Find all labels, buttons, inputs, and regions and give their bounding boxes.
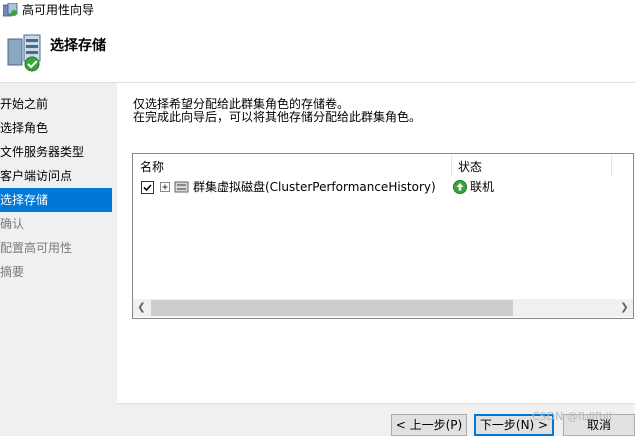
back-button[interactable]: < 上一步(P) (391, 414, 467, 436)
online-status-icon (453, 180, 467, 194)
step-before-you-begin[interactable]: 开始之前 (0, 92, 112, 116)
storage-list[interactable]: 名称 状态 群集虚拟磁盘(ClusterPerformanceHistory) … (132, 153, 634, 319)
wizard-header: 选择存储 (0, 22, 635, 83)
expand-icon[interactable] (160, 182, 170, 192)
cluster-disk-icon (174, 181, 189, 193)
wizard-app-icon (3, 3, 18, 17)
disk-name: 群集虚拟磁盘(ClusterPerformanceHistory) (193, 180, 436, 194)
step-configure-high-availability: 配置高可用性 (0, 241, 73, 255)
window-title: 高可用性向导 (22, 3, 95, 17)
storage-wizard-icon (7, 34, 41, 72)
column-divider[interactable] (451, 156, 452, 176)
storage-checkbox[interactable] (141, 181, 154, 194)
scroll-thumb[interactable] (151, 300, 513, 316)
step-confirmation: 确认 (0, 217, 25, 231)
step-summary: 摘要 (0, 265, 25, 279)
step-file-server-type[interactable]: 文件服务器类型 (0, 140, 112, 164)
watermark: CSDN @fbllfbll (532, 410, 612, 423)
instruction-line-2: 在完成此向导后，可以将其他存储分配给此群集角色。 (133, 110, 422, 124)
scroll-right-icon[interactable]: ❯ (616, 299, 633, 317)
horizontal-scrollbar[interactable]: ❮ ❯ (133, 299, 633, 317)
title-bar: 高可用性向导 (0, 0, 635, 22)
page-title: 选择存储 (50, 38, 106, 54)
scroll-left-icon[interactable]: ❮ (133, 299, 150, 317)
table-row[interactable]: 群集虚拟磁盘(ClusterPerformanceHistory) 联机 (133, 178, 633, 196)
instructions: 仅选择希望分配给此群集角色的存储卷。 在完成此向导后，可以将其他存储分配给此群集… (133, 98, 421, 124)
disk-status: 联机 (470, 180, 495, 194)
column-header-status[interactable]: 状态 (458, 158, 482, 176)
column-divider[interactable] (611, 156, 612, 176)
step-client-access-point[interactable]: 客户端访问点 (0, 164, 112, 188)
step-select-role[interactable]: 选择角色 (0, 116, 112, 140)
step-select-storage[interactable]: 选择存储 (0, 188, 112, 212)
checkmark-icon (143, 184, 152, 192)
wizard-steps: 开始之前 选择角色 文件服务器类型 客户端访问点 选择存储 确认 配置高可用性 … (0, 92, 112, 284)
column-header-name[interactable]: 名称 (140, 158, 164, 176)
